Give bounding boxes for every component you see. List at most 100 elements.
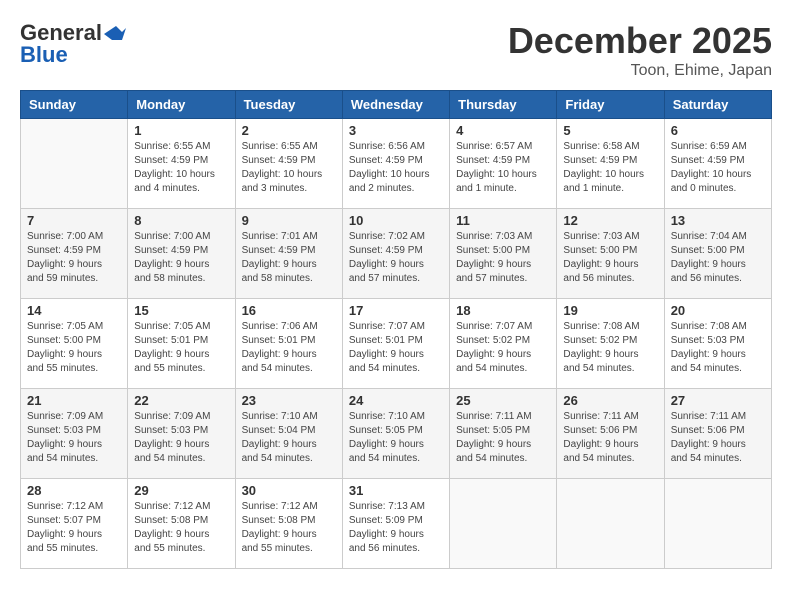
calendar-cell: 16 Sunrise: 7:06 AM Sunset: 5:01 PM Dayli…: [235, 299, 342, 389]
calendar-cell: 28Sunrise: 7:12 AM Sunset: 5:07 PM Dayli…: [21, 479, 128, 569]
weekday-header-monday: Monday: [128, 91, 235, 119]
calendar-cell: 20 Sunrise: 7:08 AM Sunset: 5:03 PM Dayli…: [664, 299, 771, 389]
calendar-cell: 6 Sunrise: 6:59 AM Sunset: 4:59 PM Daylig…: [664, 119, 771, 209]
day-info: Sunrise: 7:09 AM Sunset: 5:03 PM Dayligh…: [27, 410, 121, 466]
day-info: Sunrise: 7:08 AM Sunset: 5:03 PM Dayligh…: [671, 320, 765, 376]
weekday-header-row: SundayMondayTuesdayWednesdayThursdayFrid…: [21, 91, 772, 119]
day-number: 18: [456, 303, 550, 318]
day-info: Sunrise: 7:12 AM Sunset: 5:08 PM Dayligh…: [134, 500, 228, 556]
calendar-cell: 14Sunrise: 7:05 AM Sunset: 5:00 PM Dayli…: [21, 299, 128, 389]
week-row-2: 7Sunrise: 7:00 AM Sunset: 4:59 PM Daylig…: [21, 209, 772, 299]
weekday-header-wednesday: Wednesday: [342, 91, 449, 119]
day-info: Sunrise: 7:07 AM Sunset: 5:01 PM Dayligh…: [349, 320, 443, 376]
calendar-cell: 18 Sunrise: 7:07 AM Sunset: 5:02 PM Dayli…: [450, 299, 557, 389]
day-number: 5: [563, 123, 657, 138]
day-number: 3: [349, 123, 443, 138]
day-number: 25: [456, 393, 550, 408]
weekday-header-tuesday: Tuesday: [235, 91, 342, 119]
calendar-cell: 23 Sunrise: 7:10 AM Sunset: 5:04 PM Dayli…: [235, 389, 342, 479]
day-number: 28: [27, 483, 121, 498]
day-info: Sunrise: 7:00 AM Sunset: 4:59 PM Dayligh…: [134, 230, 228, 286]
day-info: Sunrise: 7:09 AM Sunset: 5:03 PM Dayligh…: [134, 410, 228, 466]
calendar-cell: 31 Sunrise: 7:13 AM Sunset: 5:09 PM Dayli…: [342, 479, 449, 569]
day-number: 16: [242, 303, 336, 318]
calendar-cell: 5 Sunrise: 6:58 AM Sunset: 4:59 PM Daylig…: [557, 119, 664, 209]
day-number: 31: [349, 483, 443, 498]
week-row-4: 21Sunrise: 7:09 AM Sunset: 5:03 PM Dayli…: [21, 389, 772, 479]
day-info: Sunrise: 6:59 AM Sunset: 4:59 PM Dayligh…: [671, 140, 765, 196]
calendar-cell: 22 Sunrise: 7:09 AM Sunset: 5:03 PM Dayli…: [128, 389, 235, 479]
weekday-header-saturday: Saturday: [664, 91, 771, 119]
calendar: SundayMondayTuesdayWednesdayThursdayFrid…: [20, 90, 772, 569]
day-info: Sunrise: 7:07 AM Sunset: 5:02 PM Dayligh…: [456, 320, 550, 376]
day-info: Sunrise: 7:02 AM Sunset: 4:59 PM Dayligh…: [349, 230, 443, 286]
calendar-cell: 9Sunrise: 7:01 AM Sunset: 4:59 PM Daylig…: [235, 209, 342, 299]
week-row-3: 14Sunrise: 7:05 AM Sunset: 5:00 PM Dayli…: [21, 299, 772, 389]
day-info: Sunrise: 7:10 AM Sunset: 5:05 PM Dayligh…: [349, 410, 443, 466]
calendar-cell: 15 Sunrise: 7:05 AM Sunset: 5:01 PM Dayli…: [128, 299, 235, 389]
logo-bird-icon: [104, 26, 126, 42]
day-info: Sunrise: 7:03 AM Sunset: 5:00 PM Dayligh…: [563, 230, 657, 286]
calendar-cell: 17 Sunrise: 7:07 AM Sunset: 5:01 PM Dayli…: [342, 299, 449, 389]
week-row-1: 1Sunrise: 6:55 AM Sunset: 4:59 PM Daylig…: [21, 119, 772, 209]
calendar-cell: 7Sunrise: 7:00 AM Sunset: 4:59 PM Daylig…: [21, 209, 128, 299]
day-number: 24: [349, 393, 443, 408]
day-number: 20: [671, 303, 765, 318]
calendar-cell: 11 Sunrise: 7:03 AM Sunset: 5:00 PM Dayli…: [450, 209, 557, 299]
day-info: Sunrise: 7:05 AM Sunset: 5:01 PM Dayligh…: [134, 320, 228, 376]
calendar-cell: 26Sunrise: 7:11 AM Sunset: 5:06 PM Dayli…: [557, 389, 664, 479]
day-info: Sunrise: 7:04 AM Sunset: 5:00 PM Dayligh…: [671, 230, 765, 286]
day-number: 27: [671, 393, 765, 408]
day-info: Sunrise: 7:06 AM Sunset: 5:01 PM Dayligh…: [242, 320, 336, 376]
day-info: Sunrise: 7:11 AM Sunset: 5:06 PM Dayligh…: [671, 410, 765, 466]
day-number: 15: [134, 303, 228, 318]
calendar-cell: 3 Sunrise: 6:56 AM Sunset: 4:59 PM Daylig…: [342, 119, 449, 209]
calendar-cell: 24 Sunrise: 7:10 AM Sunset: 5:05 PM Dayli…: [342, 389, 449, 479]
day-info: Sunrise: 6:57 AM Sunset: 4:59 PM Dayligh…: [456, 140, 550, 196]
calendar-cell: [557, 479, 664, 569]
month-title: December 2025: [508, 20, 772, 62]
day-info: Sunrise: 7:00 AM Sunset: 4:59 PM Dayligh…: [27, 230, 121, 286]
day-number: 6: [671, 123, 765, 138]
calendar-cell: 10 Sunrise: 7:02 AM Sunset: 4:59 PM Dayli…: [342, 209, 449, 299]
calendar-cell: 29 Sunrise: 7:12 AM Sunset: 5:08 PM Dayli…: [128, 479, 235, 569]
weekday-header-friday: Friday: [557, 91, 664, 119]
week-row-5: 28Sunrise: 7:12 AM Sunset: 5:07 PM Dayli…: [21, 479, 772, 569]
calendar-cell: 8Sunrise: 7:00 AM Sunset: 4:59 PM Daylig…: [128, 209, 235, 299]
calendar-cell: 2Sunrise: 6:55 AM Sunset: 4:59 PM Daylig…: [235, 119, 342, 209]
day-number: 29: [134, 483, 228, 498]
day-info: Sunrise: 7:11 AM Sunset: 5:05 PM Dayligh…: [456, 410, 550, 466]
day-info: Sunrise: 7:05 AM Sunset: 5:00 PM Dayligh…: [27, 320, 121, 376]
day-info: Sunrise: 7:03 AM Sunset: 5:00 PM Dayligh…: [456, 230, 550, 286]
calendar-cell: [21, 119, 128, 209]
calendar-cell: [450, 479, 557, 569]
calendar-cell: 19 Sunrise: 7:08 AM Sunset: 5:02 PM Dayli…: [557, 299, 664, 389]
day-number: 12: [563, 213, 657, 228]
day-number: 26: [563, 393, 657, 408]
day-info: Sunrise: 6:55 AM Sunset: 4:59 PM Dayligh…: [134, 140, 228, 196]
calendar-cell: 21Sunrise: 7:09 AM Sunset: 5:03 PM Dayli…: [21, 389, 128, 479]
day-number: 11: [456, 213, 550, 228]
weekday-header-sunday: Sunday: [21, 91, 128, 119]
calendar-cell: 1Sunrise: 6:55 AM Sunset: 4:59 PM Daylig…: [128, 119, 235, 209]
day-number: 22: [134, 393, 228, 408]
day-info: Sunrise: 6:58 AM Sunset: 4:59 PM Dayligh…: [563, 140, 657, 196]
day-number: 23: [242, 393, 336, 408]
day-number: 10: [349, 213, 443, 228]
day-number: 13: [671, 213, 765, 228]
calendar-cell: 30Sunrise: 7:12 AM Sunset: 5:08 PM Dayli…: [235, 479, 342, 569]
header: General Blue December 2025 Toon, Ehime, …: [20, 20, 772, 80]
day-info: Sunrise: 6:56 AM Sunset: 4:59 PM Dayligh…: [349, 140, 443, 196]
day-info: Sunrise: 7:10 AM Sunset: 5:04 PM Dayligh…: [242, 410, 336, 466]
day-info: Sunrise: 7:01 AM Sunset: 4:59 PM Dayligh…: [242, 230, 336, 286]
day-info: Sunrise: 7:12 AM Sunset: 5:08 PM Dayligh…: [242, 500, 336, 556]
day-info: Sunrise: 7:13 AM Sunset: 5:09 PM Dayligh…: [349, 500, 443, 556]
day-number: 17: [349, 303, 443, 318]
calendar-cell: 25 Sunrise: 7:11 AM Sunset: 5:05 PM Dayli…: [450, 389, 557, 479]
calendar-cell: 27 Sunrise: 7:11 AM Sunset: 5:06 PM Dayli…: [664, 389, 771, 479]
logo-blue: Blue: [20, 42, 68, 68]
day-info: Sunrise: 7:08 AM Sunset: 5:02 PM Dayligh…: [563, 320, 657, 376]
calendar-cell: 13 Sunrise: 7:04 AM Sunset: 5:00 PM Dayli…: [664, 209, 771, 299]
day-number: 19: [563, 303, 657, 318]
location: Toon, Ehime, Japan: [508, 62, 772, 80]
